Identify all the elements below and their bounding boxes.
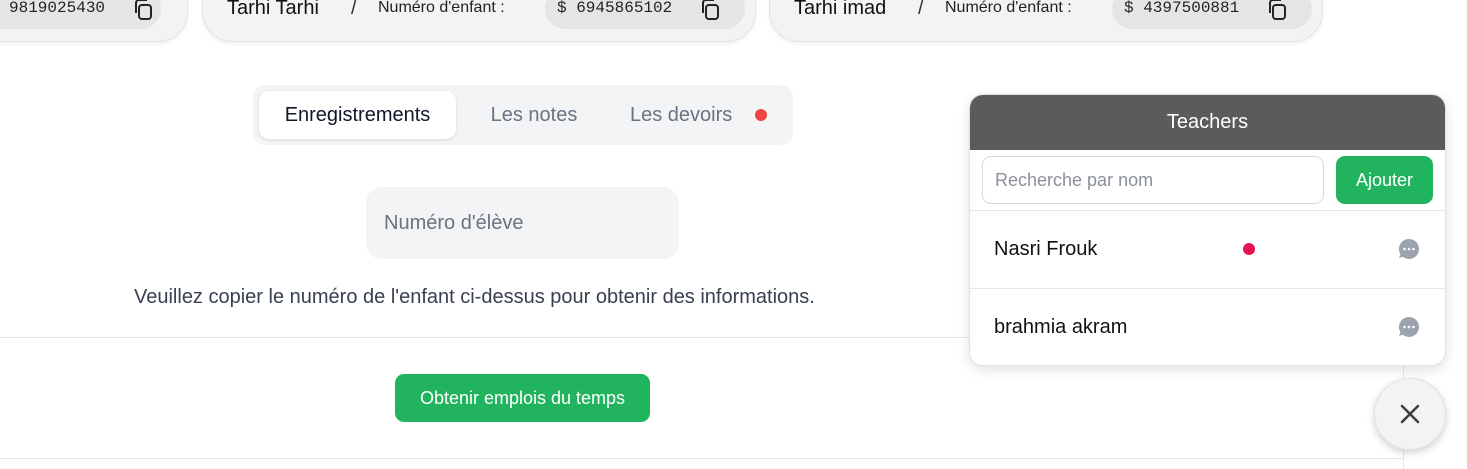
close-icon bbox=[1400, 404, 1420, 424]
teacher-search-input[interactable] bbox=[982, 156, 1324, 204]
tab-devoirs[interactable]: Les devoirs bbox=[615, 91, 785, 139]
teachers-panel: Teachers Ajouter Nasri Frouk brahmia akr… bbox=[969, 94, 1446, 366]
tab-label: Les devoirs bbox=[630, 103, 733, 126]
child-number-label: Numéro d'enfant : bbox=[945, 0, 1072, 16]
child-number: $ 6945865102 bbox=[557, 0, 673, 17]
chat-bubble-icon[interactable] bbox=[1397, 237, 1421, 261]
unread-dot bbox=[1243, 243, 1255, 255]
get-timetable-button[interactable]: Obtenir emplois du temps bbox=[395, 374, 650, 422]
teacher-row[interactable]: brahmia akram bbox=[970, 288, 1445, 365]
info-text: Veuillez copier le numéro de l'enfant ci… bbox=[134, 286, 815, 308]
tab-enregistrements[interactable]: Enregistrements bbox=[259, 91, 456, 139]
copy-icon[interactable] bbox=[131, 0, 157, 22]
tab-label: Les notes bbox=[490, 103, 578, 126]
separator: / bbox=[351, 0, 357, 19]
panel-header: Teachers bbox=[970, 95, 1445, 150]
copy-icon[interactable] bbox=[1265, 0, 1291, 22]
chat-bubble-icon[interactable] bbox=[1397, 315, 1421, 339]
child-name: Tarhi imad bbox=[794, 0, 887, 19]
child-name: Tarhi Tarhi bbox=[227, 0, 319, 19]
teacher-name: brahmia akram bbox=[994, 316, 1128, 338]
panel-title: Teachers bbox=[1166, 111, 1249, 133]
add-teacher-button[interactable]: Ajouter bbox=[1336, 156, 1433, 204]
notification-dot bbox=[755, 109, 767, 121]
teacher-row[interactable]: Nasri Frouk bbox=[970, 210, 1445, 288]
tab-notes[interactable]: Les notes bbox=[466, 91, 602, 139]
child-card: Tarhi Tarhi / Numéro d'enfant : $ 694586… bbox=[202, 0, 756, 42]
separator: / bbox=[918, 0, 924, 19]
child-card: Tarhi imad / Numéro d'enfant : $ 4397500… bbox=[769, 0, 1323, 42]
tab-bar: Enregistrements Les notes Les devoirs bbox=[253, 85, 793, 145]
tab-label: Enregistrements bbox=[284, 103, 431, 126]
child-number-label: Numéro d'enfant : bbox=[378, 0, 505, 16]
copy-icon[interactable] bbox=[698, 0, 724, 22]
child-number: $ 4397500881 bbox=[1124, 0, 1240, 17]
divider bbox=[0, 458, 1403, 459]
teacher-name: Nasri Frouk bbox=[994, 238, 1098, 260]
student-number-input[interactable] bbox=[366, 187, 679, 259]
child-card: 9819025430 bbox=[0, 0, 188, 42]
child-number: 9819025430 bbox=[9, 0, 106, 17]
close-chat-button[interactable] bbox=[1374, 378, 1446, 450]
page: 9819025430 Tarhi Tarhi / Numéro d'enfant… bbox=[0, 0, 1467, 469]
